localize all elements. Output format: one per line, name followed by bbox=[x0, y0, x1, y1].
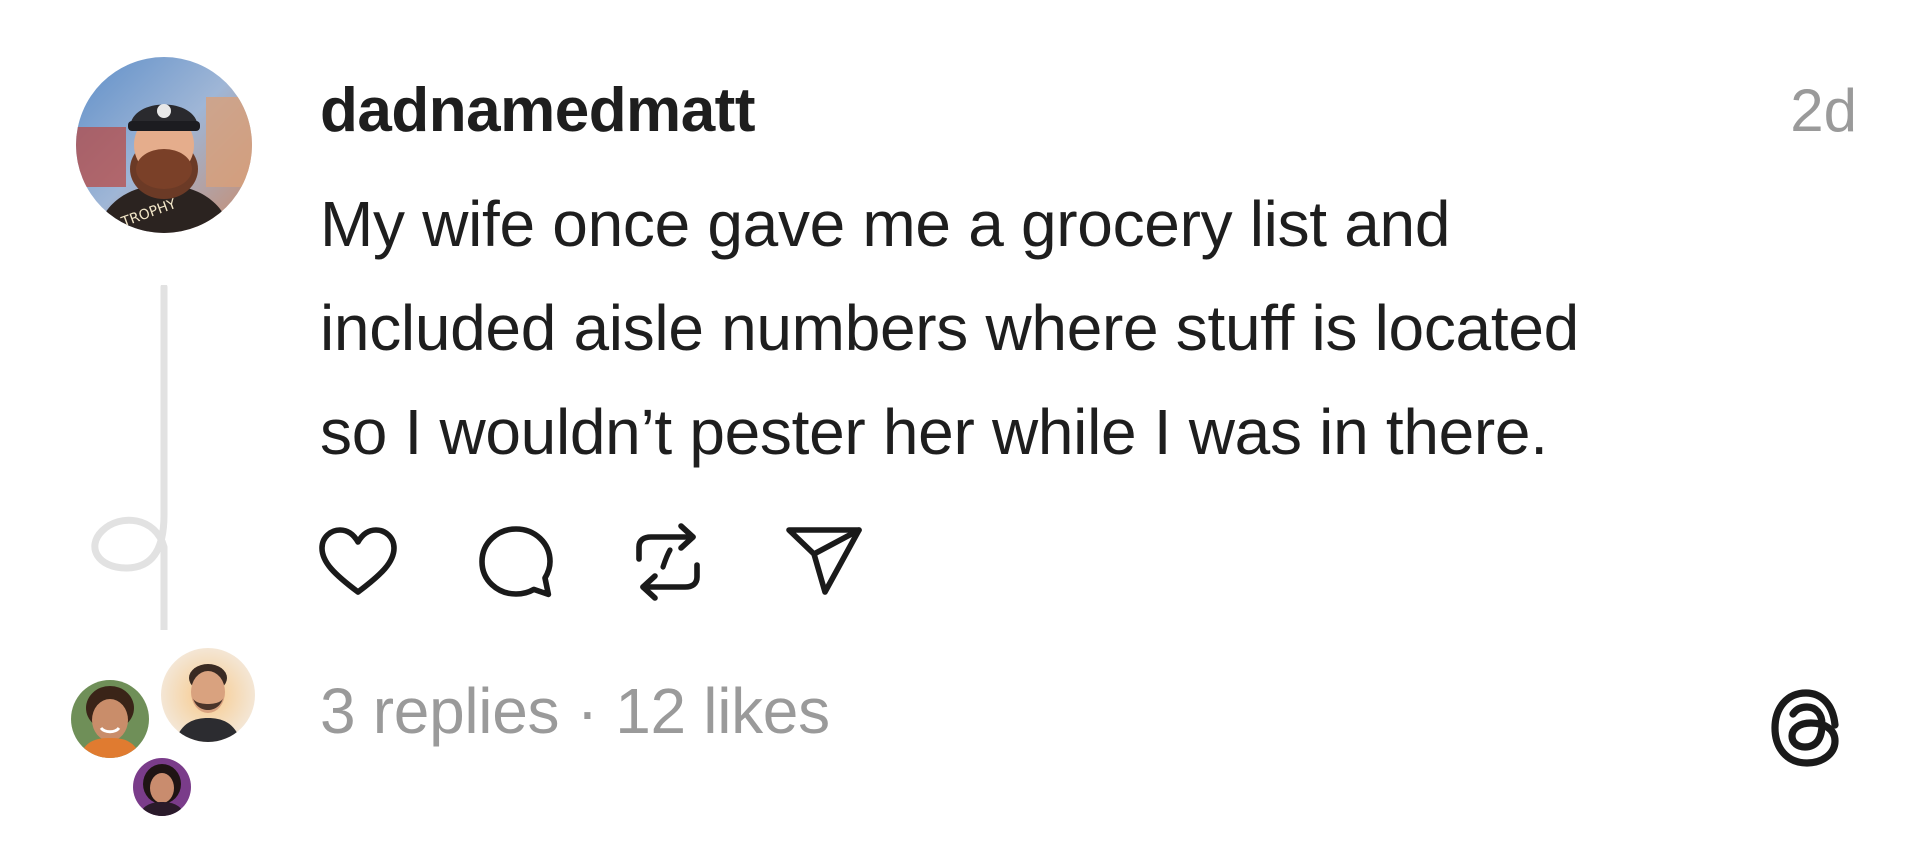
like-button[interactable] bbox=[316, 520, 400, 604]
post-stats: 3 replies · 12 likes bbox=[320, 668, 830, 754]
stats-separator: · bbox=[576, 675, 598, 747]
thread-line bbox=[91, 285, 168, 630]
likes-count[interactable]: 12 likes bbox=[615, 675, 830, 747]
author-username[interactable]: dadnamedmatt bbox=[320, 68, 755, 154]
post-text-line: included aisle numbers where stuff is lo… bbox=[320, 292, 1579, 364]
reply-avatars[interactable] bbox=[68, 645, 268, 825]
threads-post: TROPHY dadnamedmatt 2d My wife once gave… bbox=[0, 0, 1920, 861]
comment-button[interactable] bbox=[474, 520, 558, 604]
comment-icon bbox=[479, 526, 553, 598]
reply-avatar bbox=[68, 677, 152, 761]
share-icon bbox=[786, 527, 862, 595]
author-avatar[interactable]: TROPHY bbox=[76, 57, 252, 233]
post-body: My wife once gave me a grocery list and … bbox=[320, 172, 1880, 484]
heart-icon bbox=[319, 527, 397, 595]
share-button[interactable] bbox=[782, 520, 866, 604]
reply-avatar bbox=[158, 645, 258, 745]
post-text-line: so I wouldn’t pester her while I was in … bbox=[320, 396, 1548, 468]
replies-count[interactable]: 3 replies bbox=[320, 675, 560, 747]
repost-button[interactable] bbox=[626, 520, 710, 604]
post-timestamp: 2d bbox=[1790, 77, 1857, 144]
post-text-line: My wife once gave me a grocery list and bbox=[320, 188, 1451, 260]
repost-icon bbox=[636, 523, 700, 601]
threads-logo-icon[interactable] bbox=[1762, 680, 1852, 776]
reply-avatar bbox=[130, 755, 194, 819]
